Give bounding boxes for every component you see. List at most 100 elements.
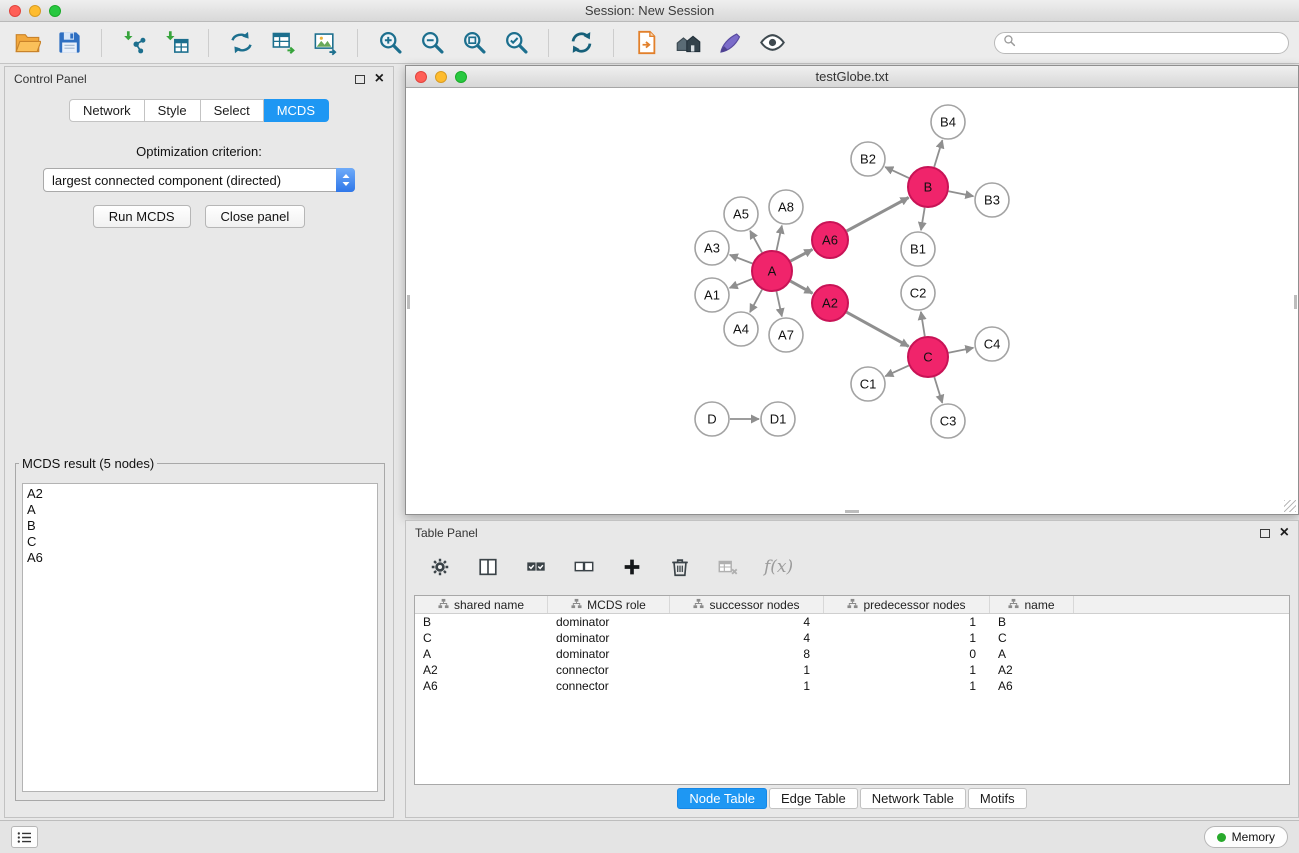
float-table-panel-icon[interactable] (1260, 529, 1270, 538)
column-header-predecessor-nodes[interactable]: predecessor nodes (824, 596, 990, 613)
tab-style[interactable]: Style (145, 99, 201, 122)
delete-table-icon[interactable] (716, 555, 740, 579)
refresh-icon[interactable] (564, 26, 598, 60)
minimize-window-button[interactable] (29, 5, 41, 17)
splitter-mark[interactable] (407, 295, 410, 309)
clone-network-icon[interactable] (224, 26, 258, 60)
edge-A6-B[interactable] (847, 198, 909, 232)
tab-select[interactable]: Select (201, 99, 264, 122)
zoom-window-button[interactable] (49, 5, 61, 17)
node-C[interactable]: C (908, 337, 948, 377)
edge-B-B1[interactable] (921, 208, 925, 231)
tab-motifs[interactable]: Motifs (968, 788, 1027, 809)
edge-B-B4[interactable] (934, 140, 942, 167)
open-recent-session-icon[interactable] (629, 26, 663, 60)
import-table-file-icon[interactable] (159, 26, 193, 60)
result-item[interactable]: A (27, 502, 377, 518)
edit-table-icon[interactable] (266, 26, 300, 60)
column-header-shared-name[interactable]: shared name (415, 596, 548, 613)
column-icon[interactable] (476, 555, 500, 579)
edge-A-A3[interactable] (730, 255, 753, 264)
edge-C-C3[interactable] (934, 377, 942, 403)
zoom-selected-icon[interactable] (499, 26, 533, 60)
edge-A2-C[interactable] (847, 312, 909, 346)
column-header-MCDS-role[interactable]: MCDS role (548, 596, 670, 613)
table-row[interactable]: Cdominator41C (415, 630, 1289, 646)
column-header-successor-nodes[interactable]: successor nodes (670, 596, 824, 613)
delete-icon[interactable] (668, 555, 692, 579)
node-A5[interactable]: A5 (724, 197, 758, 231)
close-panel-icon[interactable]: × (375, 73, 384, 85)
node-D1[interactable]: D1 (761, 402, 795, 436)
edge-A-A1[interactable] (730, 279, 753, 288)
zoom-out-icon[interactable] (415, 26, 449, 60)
memory-button[interactable]: Memory (1204, 826, 1288, 848)
edge-C-C1[interactable] (885, 366, 909, 377)
network-canvas[interactable]: B4B2BB3A5A8A6A3AB1A1A2C2A4A7C4CC1DD1C3 (406, 89, 1298, 514)
result-item[interactable]: A2 (27, 486, 377, 502)
table-row[interactable]: Bdominator41B (415, 614, 1289, 630)
result-item[interactable]: C (27, 534, 377, 550)
node-A2[interactable]: A2 (812, 285, 848, 321)
export-image-icon[interactable] (308, 26, 342, 60)
node-A1[interactable]: A1 (695, 278, 729, 312)
edge-A-A2[interactable] (790, 281, 812, 293)
node-D[interactable]: D (695, 402, 729, 436)
node-B4[interactable]: B4 (931, 105, 965, 139)
table-row[interactable]: A2connector11A2 (415, 662, 1289, 678)
close-panel-button[interactable]: Close panel (205, 205, 306, 228)
splitter-mark[interactable] (845, 510, 859, 513)
edge-A-A7[interactable] (777, 292, 782, 317)
deselect-all-icon[interactable] (572, 555, 596, 579)
tab-network[interactable]: Network (69, 99, 145, 122)
import-network-file-icon[interactable] (117, 26, 151, 60)
node-C3[interactable]: C3 (931, 404, 965, 438)
tab-edge-table[interactable]: Edge Table (769, 788, 858, 809)
column-header-name[interactable]: name (990, 596, 1074, 613)
close-window-button[interactable] (9, 5, 21, 17)
node-A4[interactable]: A4 (724, 312, 758, 346)
edge-B-B3[interactable] (949, 191, 974, 196)
function-builder-button[interactable]: f(x) (764, 557, 793, 577)
node-A3[interactable]: A3 (695, 231, 729, 265)
search-input[interactable] (1021, 36, 1280, 50)
zoom-in-icon[interactable] (373, 26, 407, 60)
edge-A-A8[interactable] (777, 226, 782, 251)
edge-B-B2[interactable] (885, 167, 909, 178)
save-session-icon[interactable] (52, 26, 86, 60)
edge-A-A6[interactable] (791, 249, 813, 261)
table-row[interactable]: A6connector11A6 (415, 678, 1289, 694)
search-field[interactable] (994, 32, 1289, 54)
home-icon[interactable] (671, 26, 705, 60)
node-B[interactable]: B (908, 167, 948, 207)
zoom-network-window-button[interactable] (455, 71, 467, 83)
gear-icon[interactable] (428, 555, 452, 579)
node-A6[interactable]: A6 (812, 222, 848, 258)
float-panel-icon[interactable] (355, 75, 365, 84)
node-C2[interactable]: C2 (901, 276, 935, 310)
table-row[interactable]: Adominator80A (415, 646, 1289, 662)
node-B1[interactable]: B1 (901, 232, 935, 266)
tab-mcds[interactable]: MCDS (264, 99, 329, 122)
node-A[interactable]: A (752, 251, 792, 291)
node-B2[interactable]: B2 (851, 142, 885, 176)
tab-node-table[interactable]: Node Table (677, 788, 767, 809)
select-all-icon[interactable] (524, 555, 548, 579)
node-C4[interactable]: C4 (975, 327, 1009, 361)
node-C1[interactable]: C1 (851, 367, 885, 401)
task-history-button[interactable] (11, 826, 38, 848)
result-item[interactable]: A6 (27, 550, 377, 566)
edge-C-C2[interactable] (921, 312, 925, 337)
add-icon[interactable] (620, 555, 644, 579)
node-A8[interactable]: A8 (769, 190, 803, 224)
open-session-icon[interactable] (10, 26, 44, 60)
minimize-network-window-button[interactable] (435, 71, 447, 83)
close-network-window-button[interactable] (415, 71, 427, 83)
close-table-panel-icon[interactable]: × (1280, 527, 1289, 539)
zoom-fit-icon[interactable] (457, 26, 491, 60)
run-mcds-button[interactable]: Run MCDS (93, 205, 191, 228)
eye-icon[interactable] (755, 26, 789, 60)
result-item[interactable]: B (27, 518, 377, 534)
edge-C-C4[interactable] (949, 348, 974, 353)
resize-grip[interactable] (1284, 500, 1296, 512)
